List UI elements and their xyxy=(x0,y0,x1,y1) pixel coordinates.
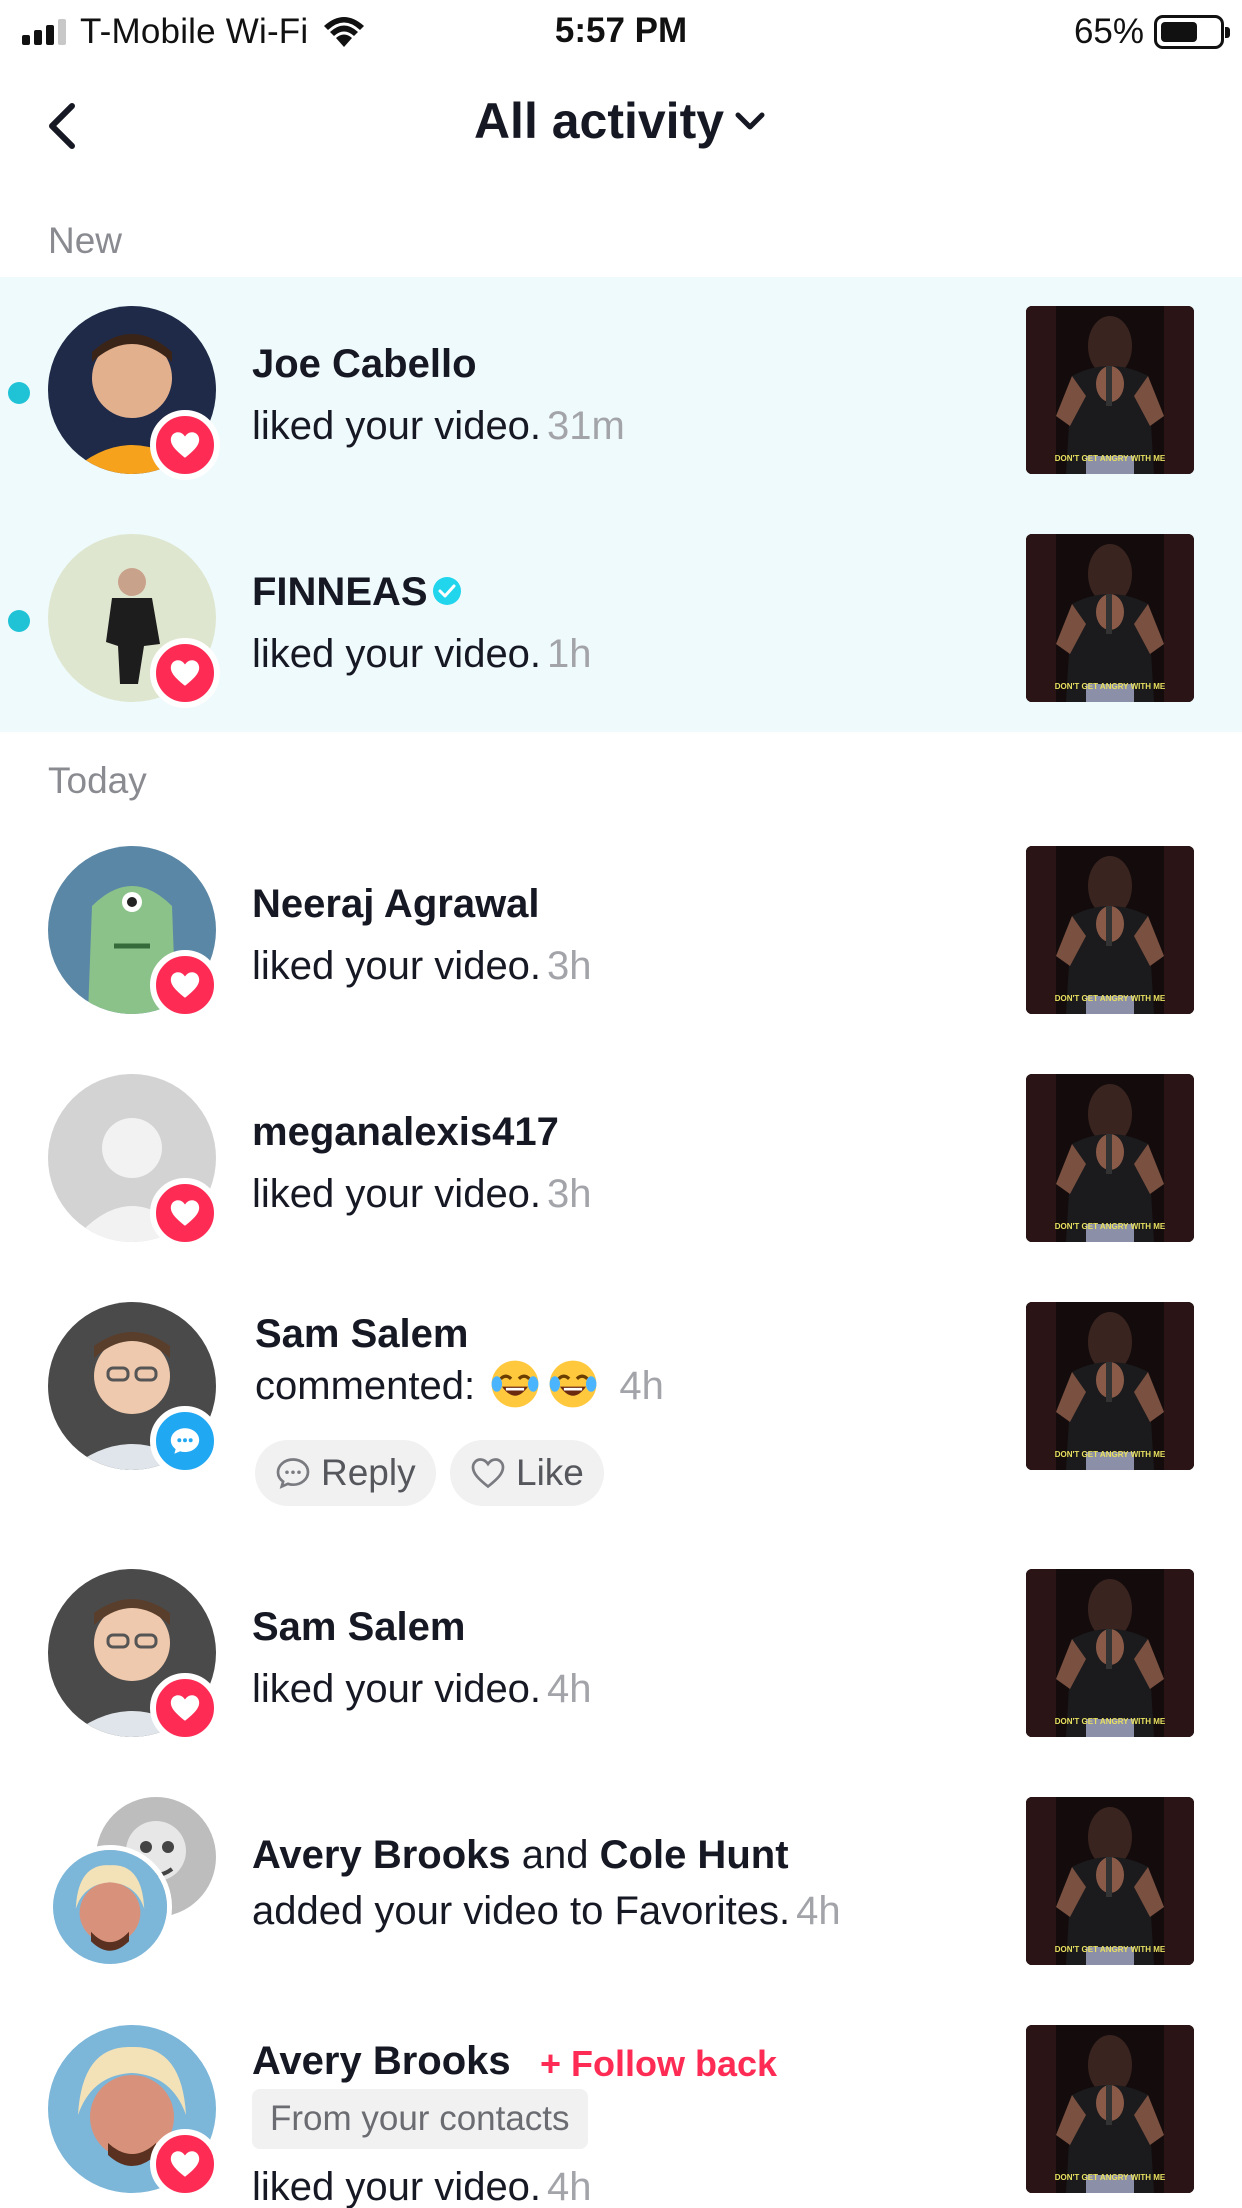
user-name[interactable]: meganalexis417 xyxy=(252,1110,559,1155)
comment-icon xyxy=(150,1406,220,1476)
activity-text: liked your video. 1h xyxy=(252,632,592,676)
video-thumbnail[interactable] xyxy=(1026,1302,1194,1470)
section-label-today: Today xyxy=(48,760,147,801)
comment-outline-icon xyxy=(276,1458,310,1489)
user-name[interactable]: Sam Salem xyxy=(255,1312,468,1357)
status-bar: T-Mobile Wi-Fi 5:57 PM 65% xyxy=(0,0,1242,62)
video-thumbnail[interactable] xyxy=(1026,1074,1194,1242)
timestamp: 1h xyxy=(547,632,592,676)
heart-icon xyxy=(150,2129,220,2199)
battery-icon xyxy=(1154,15,1230,49)
activity-filter-dropdown[interactable]: All activity xyxy=(474,92,768,150)
heart-icon xyxy=(150,638,220,708)
section-label-new: New xyxy=(48,220,123,261)
timestamp: 3h xyxy=(547,944,592,988)
unread-dot xyxy=(8,610,30,632)
video-thumbnail[interactable] xyxy=(1026,306,1194,474)
from-contacts-tag: From your contacts xyxy=(252,2089,588,2149)
activity-text: liked your video. 3h xyxy=(252,1172,592,1216)
heart-icon xyxy=(150,1673,220,1743)
activity-text: liked your video. 4h xyxy=(252,2165,592,2208)
heart-icon xyxy=(150,950,220,1020)
chevron-down-icon xyxy=(735,112,765,130)
heart-outline-icon xyxy=(471,1458,505,1489)
activity-text: added your video to Favorites. 4h xyxy=(252,1889,841,1933)
tears-of-joy-emoji xyxy=(547,1358,599,1410)
activity-text: liked your video. 31m xyxy=(252,404,625,448)
avatar[interactable] xyxy=(48,1845,172,1969)
user-name[interactable]: Joe Cabello xyxy=(252,342,477,387)
activity-text: liked your video. 3h xyxy=(252,944,592,988)
user-name[interactable]: Neeraj Agrawal xyxy=(252,882,540,927)
timestamp: 4h xyxy=(619,1364,664,1408)
video-thumbnail[interactable] xyxy=(1026,1569,1194,1737)
heart-icon xyxy=(150,410,220,480)
activity-text: liked your video. 4h xyxy=(252,1667,592,1711)
user-names: Avery Brooks and Cole Hunt xyxy=(252,1833,789,1877)
user-name[interactable]: Sam Salem xyxy=(252,1605,465,1650)
follow-back-button[interactable]: + Follow back xyxy=(540,2043,777,2085)
battery-percent: 65% xyxy=(1073,12,1144,51)
clock: 5:57 PM xyxy=(554,11,688,50)
user-name[interactable]: Avery Brooks xyxy=(252,2039,511,2084)
reply-button[interactable]: Reply xyxy=(255,1440,436,1506)
timestamp: 4h xyxy=(796,1889,841,1933)
video-thumbnail[interactable] xyxy=(1026,2025,1194,2193)
timestamp: 4h xyxy=(547,1667,592,1711)
page-title: All activity xyxy=(473,93,725,149)
heart-icon xyxy=(150,1178,220,1248)
tears-of-joy-emoji xyxy=(489,1358,541,1410)
timestamp: 3h xyxy=(547,1172,592,1216)
user-name[interactable]: FINNEAS xyxy=(252,570,462,615)
video-thumbnail[interactable] xyxy=(1026,1797,1194,1965)
video-thumbnail[interactable] xyxy=(1026,534,1194,702)
verified-badge-icon xyxy=(432,577,461,606)
timestamp: 31m xyxy=(547,404,625,448)
timestamp: 4h xyxy=(547,2165,592,2208)
unread-dot xyxy=(8,382,30,404)
activity-text: commented: 4h xyxy=(255,1364,664,1410)
header: All activity xyxy=(0,78,1242,174)
video-thumbnail[interactable] xyxy=(1026,846,1194,1014)
like-comment-button[interactable]: Like xyxy=(450,1440,604,1506)
